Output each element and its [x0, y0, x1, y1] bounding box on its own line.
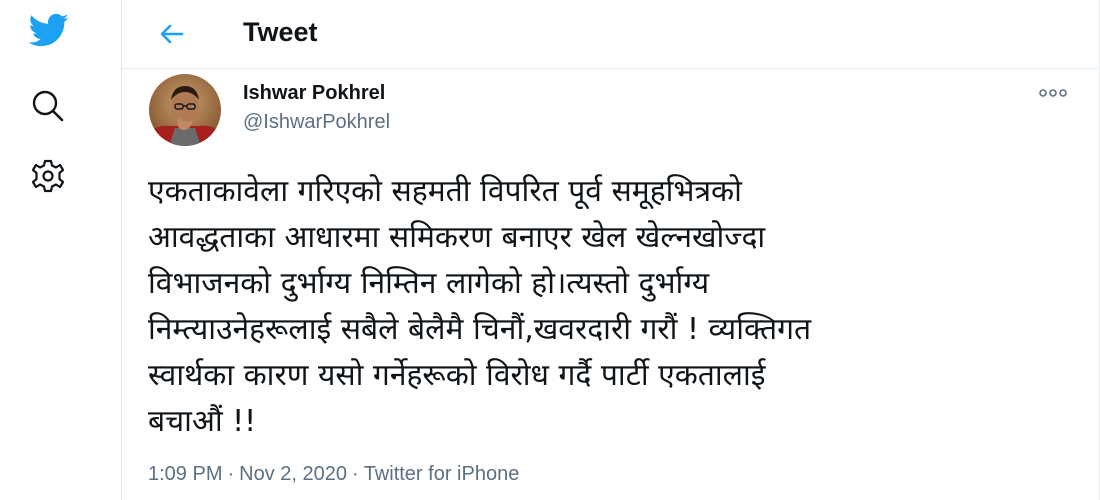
arrow-left-icon[interactable]	[152, 14, 192, 54]
main-column: Tweet Ishwar Pokhrel @IshwarPokhrel एकता…	[121, 0, 1100, 500]
tweet-source[interactable]: Twitter for iPhone	[364, 463, 520, 485]
tweet-time[interactable]: 1:09 PM	[148, 463, 222, 485]
twitter-logo-icon[interactable]	[20, 2, 76, 58]
tweet-text: एकताकावेला गरिएको सहमती विपरित पूर्व समू…	[148, 169, 1048, 445]
search-icon[interactable]	[20, 78, 76, 134]
tweet-text-line: विभाजनको दुर्भाग्य निम्तिन लागेको हो।त्य…	[148, 266, 710, 301]
meta-separator: ·	[227, 463, 235, 485]
avatar[interactable]	[149, 74, 221, 146]
tweet-text-line: एकताकावेला गरिएको सहमती विपरित पूर्व समू…	[148, 174, 742, 209]
more-horizontal-icon[interactable]	[1033, 81, 1073, 105]
tweet-text-line: निम्त्याउनेहरूलाई सबैले बेलैमै चिनौं,खवर…	[148, 312, 812, 347]
tweet-text-line: बचाऔं !!	[148, 404, 257, 439]
tweet: Ishwar Pokhrel @IshwarPokhrel एकताकावेला…	[122, 69, 1099, 500]
tweet-date[interactable]: Nov 2, 2020	[239, 463, 347, 485]
author-name[interactable]: Ishwar Pokhrel	[243, 81, 385, 105]
gear-icon[interactable]	[20, 148, 76, 204]
meta-separator: ·	[352, 463, 359, 485]
page-header: Tweet	[122, 0, 1099, 69]
left-navigation	[0, 0, 95, 500]
tweet-text-line: स्वार्थका कारण यसो गर्नेहरूको विरोध गर्द…	[148, 358, 766, 393]
page-title: Tweet	[243, 17, 318, 47]
tweet-text-line: आवद्धताका आधारमा समिकरण बनाएर खेल खेल्नख…	[148, 220, 766, 255]
twitter-app: Tweet Ishwar Pokhrel @IshwarPokhrel एकता…	[0, 0, 1100, 500]
author-handle[interactable]: @IshwarPokhrel	[243, 110, 390, 134]
tweet-metadata: 1:09 PM · Nov 2, 2020 · Twitter for iPhone	[148, 461, 519, 487]
